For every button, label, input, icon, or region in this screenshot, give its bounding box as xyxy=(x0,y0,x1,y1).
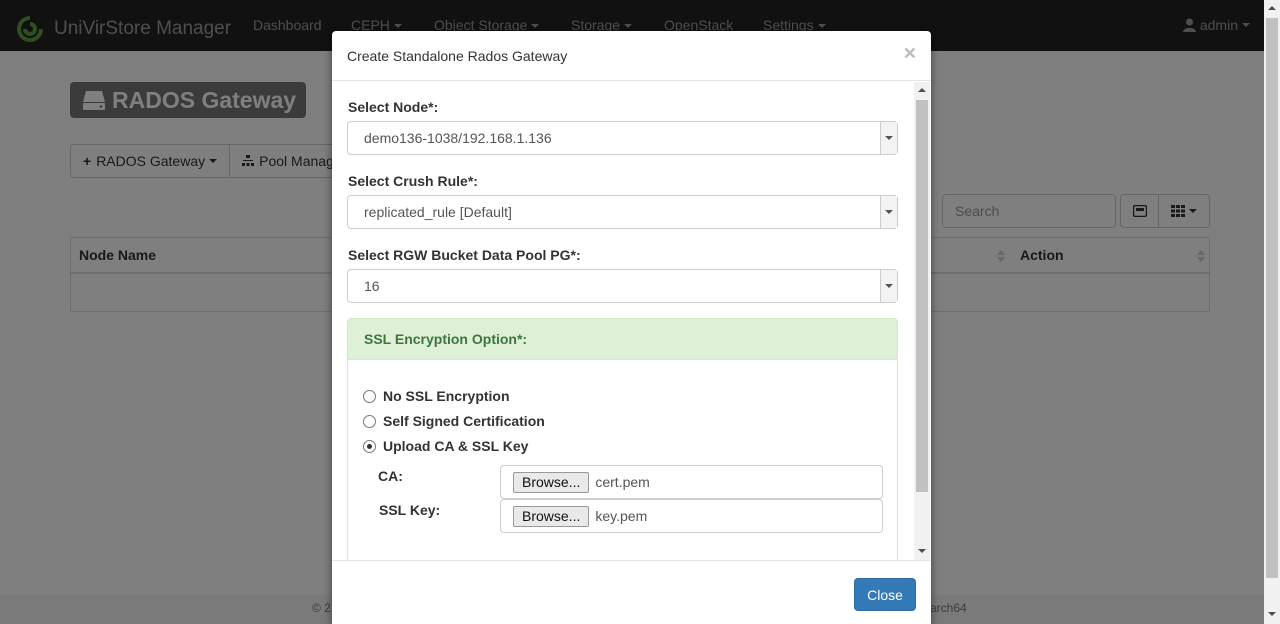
node-label: Select Node*: xyxy=(348,99,439,115)
node-select-value: demo136-1038/192.168.1.136 xyxy=(364,130,552,146)
ca-file-name: cert.pem xyxy=(595,474,650,490)
close-icon[interactable]: × xyxy=(904,43,916,64)
key-browse-button[interactable]: Browse... xyxy=(513,505,590,527)
ssl-option-none[interactable]: No SSL Encryption xyxy=(363,388,510,404)
dialog-scroll-thumb[interactable] xyxy=(916,100,928,492)
page-scrollbar[interactable] xyxy=(1264,0,1280,624)
ssl-panel: SSL Encryption Option*: No SSL Encryptio… xyxy=(347,318,898,560)
ssl-key-file-input[interactable]: Browse... key.pem xyxy=(500,499,883,533)
chevron-down-icon xyxy=(880,196,897,228)
crush-rule-select[interactable]: replicated_rule [Default] xyxy=(347,195,898,229)
ssl-option-upload[interactable]: Upload CA & SSL Key xyxy=(363,438,528,454)
node-select[interactable]: demo136-1038/192.168.1.136 xyxy=(347,121,898,155)
ca-browse-button[interactable]: Browse... xyxy=(513,471,590,493)
dialog-footer: Close xyxy=(332,560,931,624)
chevron-down-icon xyxy=(880,122,897,154)
ssl-heading: SSL Encryption Option*: xyxy=(348,319,897,360)
scroll-down-icon[interactable] xyxy=(1268,612,1276,616)
key-file-name: key.pem xyxy=(595,508,648,524)
ssl-option-self-signed-label: Self Signed Certification xyxy=(383,413,545,429)
dialog-body: Select Node*: demo136-1038/192.168.1.136… xyxy=(332,82,931,560)
ssl-option-self-signed[interactable]: Self Signed Certification xyxy=(363,413,545,429)
ca-label: CA: xyxy=(378,468,403,484)
ssl-option-upload-label: Upload CA & SSL Key xyxy=(383,438,529,454)
scroll-up-icon[interactable] xyxy=(918,88,926,92)
page-scroll-thumb[interactable] xyxy=(1266,18,1278,578)
ssl-key-label: SSL Key: xyxy=(379,502,441,518)
dialog-scrollbar[interactable] xyxy=(914,82,930,560)
pg-label: Select RGW Bucket Data Pool PG*: xyxy=(348,247,581,263)
radio-button[interactable] xyxy=(363,389,376,403)
chevron-down-icon xyxy=(880,270,897,302)
radio-button-checked[interactable] xyxy=(363,439,376,453)
dialog-title: Create Standalone Rados Gateway xyxy=(347,48,568,64)
create-gateway-dialog: Create Standalone Rados Gateway × Select… xyxy=(332,31,931,624)
pg-select[interactable]: 16 xyxy=(347,269,898,303)
pg-select-value: 16 xyxy=(364,278,380,294)
radio-button[interactable] xyxy=(363,414,376,428)
scroll-down-icon[interactable] xyxy=(918,549,926,553)
ca-file-input[interactable]: Browse... cert.pem xyxy=(500,465,883,499)
scroll-up-icon[interactable] xyxy=(1268,6,1276,10)
crush-rule-select-value: replicated_rule [Default] xyxy=(364,204,512,220)
close-button[interactable]: Close xyxy=(854,578,916,611)
ssl-option-none-label: No SSL Encryption xyxy=(383,388,510,404)
crush-rule-label: Select Crush Rule*: xyxy=(348,173,478,189)
dialog-header: Create Standalone Rados Gateway × xyxy=(332,31,931,81)
